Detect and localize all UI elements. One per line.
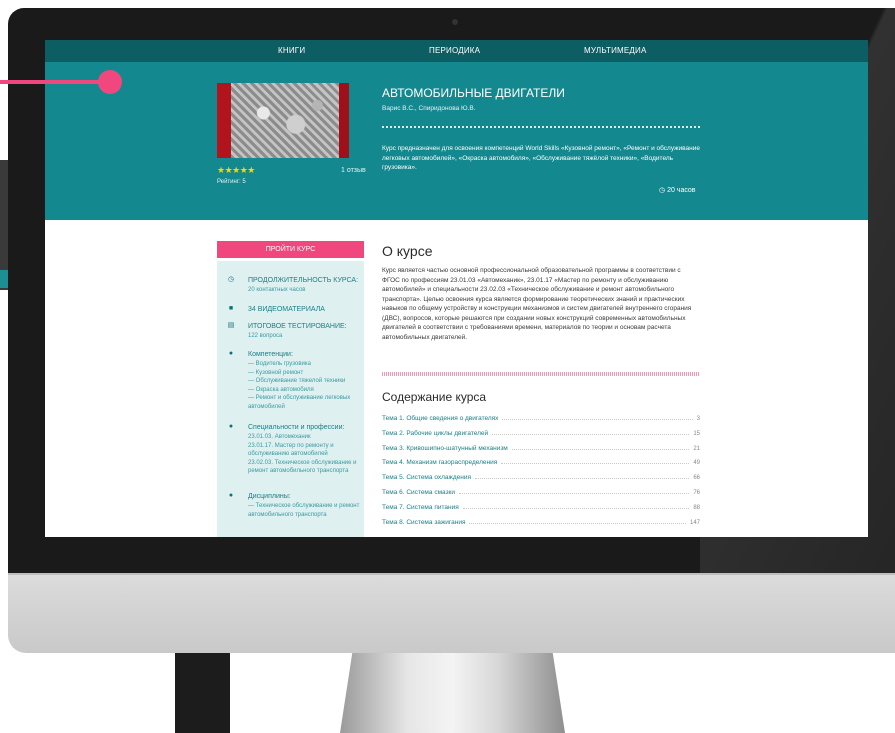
toc-row-page: 66 [693, 475, 700, 482]
toc-row-leader [462, 507, 690, 509]
info-icon: ● [228, 350, 234, 357]
toc-row-label: Тема 5. Система охлаждения [382, 474, 472, 482]
clock-icon: ◷ [659, 187, 666, 194]
toc-row-page: 3 [696, 416, 700, 422]
toc-row-leader [501, 463, 690, 465]
start-course-button[interactable]: ПРОЙТИ КУРС [217, 241, 364, 258]
test-heading: ИТОГОВОЕ ТЕСТИРОВАНИЕ: [248, 323, 347, 330]
info-icon: ● [228, 423, 234, 430]
course-cover-image [217, 83, 349, 158]
toc-row[interactable]: Тема 8. Система зажигания 147 [382, 516, 700, 526]
disciplines-heading: Дисциплины: [248, 493, 291, 500]
rating-stars-icon: ★★★★★ [217, 165, 255, 175]
nav-multimedia[interactable]: МУЛЬТИМЕДИА [584, 46, 647, 55]
toc-row-leader [459, 493, 690, 494]
monitor-chin [8, 573, 895, 653]
rating-value: Рейтинг: 5 [217, 179, 246, 185]
info-icon: ● [228, 492, 234, 499]
callout-dot [98, 70, 122, 94]
nav-periodicals[interactable]: ПЕРИОДИКА [429, 46, 480, 55]
toc-row-label: Тема 3. Кривошипно-шатунный механизм [382, 444, 508, 452]
toc-row[interactable]: Тема 3. Кривошипно-шатунный механизм 21 [382, 442, 700, 452]
about-title: О курсе [382, 243, 433, 259]
test-value: 122 вопроса [248, 333, 283, 339]
specialties-heading: Специальности и профессии: [248, 424, 345, 431]
toc-row-leader [492, 433, 690, 435]
about-text: Курс является частью основной профессион… [382, 267, 692, 341]
toc-row-leader [475, 478, 690, 480]
specialties-list: 23.01.03. Автомеханик 23.01.17. Мастер п… [248, 434, 357, 474]
document-icon: ▤ [227, 322, 235, 329]
screen: КНИГИ ПЕРИОДИКА МУЛЬТИМЕДИА ★★★★★ Рейтин… [45, 40, 868, 537]
duration-heading: ПРОДОЛЖИТЕЛЬНОСТЬ КУРСА: [248, 277, 359, 284]
toc-row-label: Тема 8. Система зажигания [382, 518, 466, 526]
top-nav: КНИГИ ПЕРИОДИКА МУЛЬТИМЕДИА [45, 40, 868, 62]
monitor-mockup: КНИГИ ПЕРИОДИКА МУЛЬТИМЕДИА ★★★★★ Рейтин… [0, 0, 895, 733]
monitor-stand [340, 645, 565, 733]
toc-row-page: 49 [693, 460, 700, 467]
toc-row[interactable]: Тема 6. Система смазки 76 [382, 486, 700, 496]
monitor-chin-edge [8, 573, 895, 575]
toc-title: Содержание курса [382, 390, 487, 404]
disciplines-list: — Техническое обслуживание и ремонт авто… [248, 503, 360, 518]
clock-icon: ◷ [227, 276, 235, 283]
course-description: Курс предназначен для освоения компетенц… [382, 145, 700, 171]
section-divider [382, 372, 700, 376]
toc-row-label: Тема 2. Рабочие циклы двигателей [382, 429, 489, 437]
callout-line [0, 80, 104, 84]
toc-row[interactable]: Тема 2. Рабочие циклы двигателей 15 [382, 427, 700, 437]
toc-row[interactable]: Тема 4. Механизм газораспределения 49 [382, 456, 700, 466]
competencies-heading: Компетенции: [248, 351, 293, 358]
course-hours: ◷ 20 часов [659, 186, 696, 194]
video-camera-icon: ■ [228, 305, 234, 312]
toc-row-page: 15 [693, 430, 700, 437]
nav-books[interactable]: КНИГИ [278, 46, 305, 55]
toc-row-page: 76 [693, 490, 700, 496]
toc-row-leader [469, 522, 686, 524]
hours-value: 20 часов [667, 187, 696, 194]
hero-divider [382, 126, 700, 128]
toc-row[interactable]: Тема 5. Система охлаждения 66 [382, 471, 700, 481]
toc-row-label: Тема 7. Система питания [382, 503, 459, 511]
toc-row-page: 21 [693, 445, 700, 452]
toc-row-label: Тема 1. Общие сведения о двигателях [382, 415, 499, 422]
videos-heading: 34 ВИДЕОМАТЕРИАЛА [248, 306, 325, 313]
course-hero: ★★★★★ Рейтинг: 5 1 отзыв АВТОМОБИЛЬНЫЕ Д… [45, 62, 868, 220]
toc-row[interactable]: Тема 7. Система питания 88 [382, 501, 700, 511]
toc-row-label: Тема 6. Система смазки [382, 489, 456, 496]
toc-row-label: Тема 4. Механизм газораспределения [382, 459, 498, 467]
monitor-stand-shadow [175, 650, 230, 733]
toc-row-leader [502, 419, 693, 420]
competencies-list: — Водитель грузовика — Кузовной ремонт —… [248, 361, 351, 410]
course-title: АВТОМОБИЛЬНЫЕ ДВИГАТЕЛИ [382, 86, 565, 100]
toc-row[interactable]: Тема 1. Общие сведения о двигателях 3 [382, 412, 700, 422]
toc-row-leader [511, 448, 690, 450]
course-info-sidebar: ◷ ПРОДОЛЖИТЕЛЬНОСТЬ КУРСА: 20 контактных… [217, 261, 364, 537]
toc-row-page: 147 [689, 519, 700, 526]
reviews-link[interactable]: 1 отзыв [341, 167, 366, 174]
toc-row-page: 88 [693, 504, 700, 511]
duration-value: 20 контактных часов [248, 287, 306, 293]
course-authors: Варис В.С., Спиридонова Ю.В. [382, 105, 476, 112]
camera-icon [452, 19, 458, 25]
